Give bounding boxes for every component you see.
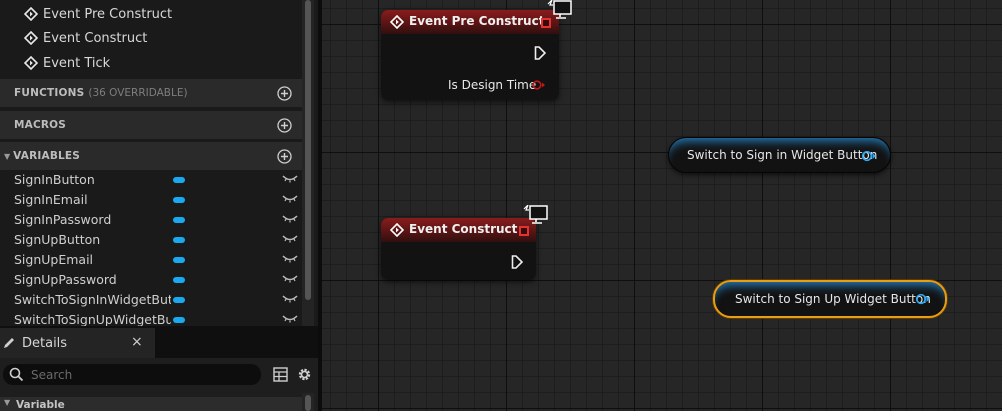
variable-row[interactable]: SwitchToSignUpWidgetButton [0,310,302,326]
variable-name: SwitchToSignInWidgetButton [14,292,171,307]
variable-category-label: Variable [16,399,65,411]
event-item-pre-construct[interactable]: Event Pre Construct [24,3,172,25]
variable-row[interactable]: SignInButton [0,170,302,190]
gear-icon[interactable] [296,366,313,383]
add-macro-icon[interactable] [277,118,292,133]
exec-output-pin-icon[interactable] [511,255,523,269]
object-output-pin-icon[interactable] [861,150,877,162]
node-header: Event Pre Construct [381,10,559,34]
variable-type-pill[interactable] [173,197,185,203]
chevron-down-icon[interactable]: ▼ [4,152,10,161]
node-header: Event Construct [381,218,536,242]
panel-splitter[interactable] [318,0,322,411]
eye-closed-icon[interactable] [282,194,298,204]
monitor-icon [523,205,548,224]
variable-type-pill[interactable] [173,237,185,243]
variables-section-header[interactable]: ▼ VARIABLES [0,142,302,170]
delegate-pin[interactable] [519,226,529,236]
variable-name: SignUpEmail [14,252,94,267]
eye-closed-icon[interactable] [282,274,298,284]
variable-row[interactable]: SwitchToSignInWidgetButton [0,290,302,310]
event-diamond-icon [24,7,38,21]
monitor-icon [547,0,572,19]
variable-name: SignInPassword [14,212,112,227]
tab-details[interactable]: Details × [0,328,155,358]
switch-to-sign-in-widget-button-getter[interactable]: Switch to Sign in Widget Button [668,137,891,173]
my-blueprint-panel: Event Pre Construct Event Construct Even… [0,0,318,411]
event-diamond-icon [390,223,404,237]
variable-row[interactable]: SignInPassword [0,210,302,230]
details-search-box[interactable] [3,364,261,385]
blueprint-scrollbar-thumb[interactable] [305,0,311,300]
variable-name: SignInEmail [14,192,88,207]
event-item-construct[interactable]: Event Construct [24,27,147,49]
eye-closed-icon[interactable] [282,254,298,264]
variable-getter-label: Switch to Sign in Widget Button [687,148,878,162]
variable-name: SignUpButton [14,232,101,247]
event-pre-construct-node[interactable]: Event Pre Construct Is Design Time [381,10,559,100]
variables-title: VARIABLES [13,150,81,162]
event-item-label: Event Construct [43,30,148,46]
variable-row[interactable]: SignUpEmail [0,250,302,270]
event-item-tick[interactable]: Event Tick [24,52,110,74]
eye-closed-icon[interactable] [282,314,298,324]
close-icon[interactable]: × [131,334,143,350]
variable-type-pill[interactable] [173,217,185,223]
event-diamond-icon [390,15,404,29]
variable-type-pill[interactable] [173,317,185,323]
details-search-input[interactable] [31,366,251,383]
is-design-time-label: Is Design Time [448,78,537,92]
details-tab-label: Details [22,335,68,351]
variable-category-header[interactable]: ▼ Variable [0,397,302,411]
eye-closed-icon[interactable] [282,214,298,224]
pencil-icon [4,338,14,348]
functions-title: FUNCTIONS [14,87,85,99]
chevron-down-icon[interactable]: ▼ [4,398,10,407]
eye-closed-icon[interactable] [282,234,298,244]
table-view-icon[interactable] [273,367,288,382]
add-function-icon[interactable] [277,86,292,101]
event-item-label: Event Tick [43,55,111,71]
variable-name: SignUpPassword [14,272,117,287]
functions-section-header[interactable]: FUNCTIONS (36 OVERRIDABLE) [0,79,302,107]
event-item-label: Event Pre Construct [43,6,173,22]
exec-output-pin-icon[interactable] [534,46,546,60]
variable-type-pill[interactable] [173,177,185,183]
event-diamond-icon [24,56,38,70]
macros-title: MACROS [14,119,67,131]
object-output-pin-icon[interactable] [915,293,931,305]
variable-name: SwitchToSignUpWidgetButton [14,312,171,326]
variable-type-pill[interactable] [173,277,185,283]
details-scrollbar-thumb[interactable] [305,395,311,411]
switch-to-sign-up-widget-button-getter[interactable]: Switch to Sign Up Widget Button [713,280,947,318]
variable-row[interactable]: SignInEmail [0,190,302,210]
variable-getter-label: Switch to Sign Up Widget Button [735,292,931,306]
macros-section-header[interactable]: MACROS [0,111,302,139]
variable-row[interactable]: SignUpPassword [0,270,302,290]
event-construct-node[interactable]: Event Construct [381,218,536,280]
node-title: Event Construct [409,222,518,236]
variable-type-pill[interactable] [173,297,185,303]
bool-output-pin-icon[interactable] [532,80,546,90]
variable-name: SignInButton [14,172,95,187]
eye-closed-icon[interactable] [282,174,298,184]
eye-closed-icon[interactable] [282,294,298,304]
event-diamond-icon [24,31,38,45]
variable-type-pill[interactable] [173,257,185,263]
search-icon [9,367,24,382]
variable-row[interactable]: SignUpButton [0,230,302,250]
functions-overridable-count: (36 OVERRIDABLE) [88,87,188,99]
add-variable-icon[interactable] [277,149,292,164]
node-title: Event Pre Construct [409,14,545,28]
